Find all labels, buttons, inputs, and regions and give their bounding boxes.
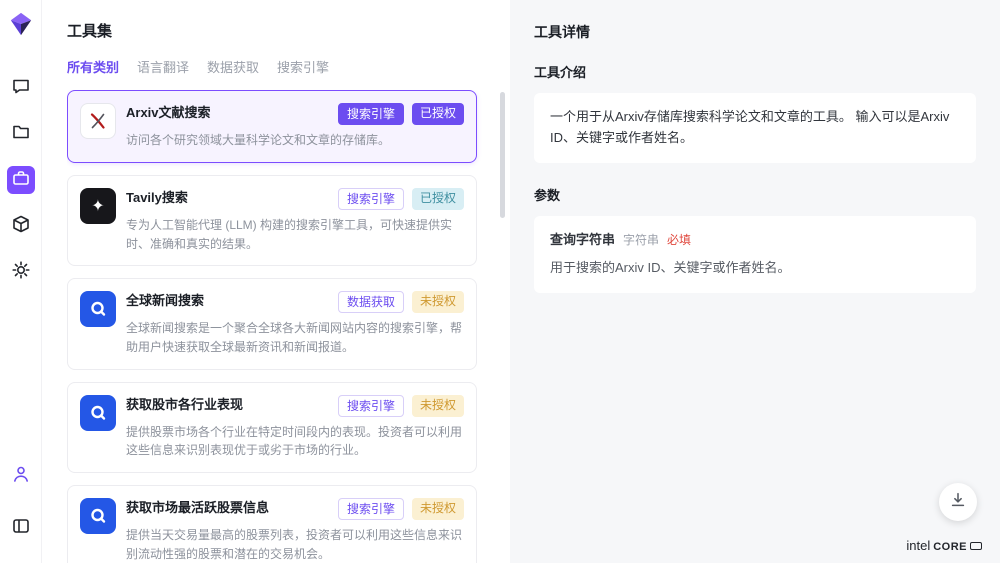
briefcase-icon <box>11 168 31 193</box>
tool-description: 访问各个研究领域大量科学论文和文章的存储库。 <box>126 131 464 150</box>
tool-name: 获取市场最活跃股票信息 <box>126 498 269 518</box>
tool-description: 专为人工智能代理 (LLM) 构建的搜索引擎工具，可快速提供实时、准确和真实的结… <box>126 216 464 253</box>
chat-icon-button[interactable] <box>7 74 35 102</box>
params-section-title: 参数 <box>534 185 976 204</box>
list-scrollbar[interactable] <box>500 92 505 218</box>
auth-status-badge: 未授权 <box>412 395 464 417</box>
tool-card-sector-performance[interactable]: 获取股市各行业表现 搜索引擎 未授权 提供股票市场各个行业在特定时间段内的表现。… <box>67 382 477 473</box>
detail-title: 工具详情 <box>534 22 976 42</box>
tool-card-global-news[interactable]: 全球新闻搜索 数据获取 未授权 全球新闻搜索是一个聚合全球各大新闻网站内容的搜索… <box>67 278 477 369</box>
package-icon-button[interactable] <box>7 212 35 240</box>
sidebar-bottom <box>7 453 35 551</box>
tab-all-categories[interactable]: 所有类别 <box>67 57 119 76</box>
parameter-card: 查询字符串 字符串 必填 用于搜索的Arxiv ID、关键字或作者姓名。 <box>534 216 976 294</box>
download-icon <box>949 491 967 514</box>
parameter-type: 字符串 <box>623 231 659 250</box>
parameter-description: 用于搜索的Arxiv ID、关键字或作者姓名。 <box>550 258 960 279</box>
tab-language-translation[interactable]: 语言翻译 <box>137 57 189 76</box>
panel-toggle-button[interactable] <box>7 514 35 542</box>
intro-section-title: 工具介绍 <box>534 62 976 81</box>
app-logo-icon <box>9 12 33 41</box>
tool-card-tavily[interactable]: ✦ Tavily搜索 搜索引擎 已授权 专为人工智能代理 (LLM) 构建的搜索… <box>67 175 477 266</box>
chat-icon <box>11 76 31 101</box>
tool-list-panel: 工具集 所有类别 语言翻译 数据获取 搜索引擎 Arxiv文献搜索 <box>42 0 510 563</box>
user-icon <box>11 464 31 489</box>
tool-detail-panel: 工具详情 工具介绍 一个用于从Arxiv存储库搜索科学论文和文章的工具。 输入可… <box>510 0 1000 563</box>
tool-intro-card: 一个用于从Arxiv存储库搜索科学论文和文章的工具。 输入可以是Arxiv ID… <box>534 93 976 163</box>
auth-status-badge: 已授权 <box>412 188 464 210</box>
tool-description: 提供当天交易量最高的股票列表，投资者可以利用这些信息来识别流动性强的股票和潜在的… <box>126 526 464 563</box>
arxiv-logo-icon <box>80 103 116 139</box>
tool-name: 获取股市各行业表现 <box>126 395 243 415</box>
category-badge: 搜索引擎 <box>338 395 404 417</box>
panel-toggle-icon <box>11 516 31 541</box>
category-tabs: 所有类别 语言翻译 数据获取 搜索引擎 <box>67 57 510 76</box>
tab-search-engine[interactable]: 搜索引擎 <box>277 57 329 76</box>
auth-status-badge: 已授权 <box>412 103 464 125</box>
sidebar <box>0 0 42 563</box>
tool-intro-text: 一个用于从Arxiv存储库搜索科学论文和文章的工具。 输入可以是Arxiv ID… <box>550 109 949 145</box>
parameter-name: 查询字符串 <box>550 230 615 251</box>
tab-data-fetch[interactable]: 数据获取 <box>207 57 259 76</box>
auth-status-badge: 未授权 <box>412 291 464 313</box>
tavily-logo-icon: ✦ <box>80 188 116 224</box>
gear-icon <box>11 260 31 285</box>
tool-name: 全球新闻搜索 <box>126 291 204 311</box>
folder-icon <box>11 122 31 147</box>
tools-icon-button[interactable] <box>7 166 35 194</box>
tool-name: Arxiv文献搜索 <box>126 103 211 123</box>
auth-status-badge: 未授权 <box>412 498 464 520</box>
category-badge: 搜索引擎 <box>338 188 404 210</box>
core-wordmark: CORE <box>933 541 967 553</box>
tool-card-arxiv[interactable]: Arxiv文献搜索 搜索引擎 已授权 访问各个研究领域大量科学论文和文章的存储库… <box>67 90 477 163</box>
tool-description: 全球新闻搜索是一个聚合全球各大新闻网站内容的搜索引擎，帮助用户快速获取全球最新资… <box>126 319 464 356</box>
stock-app-logo-icon <box>80 498 116 534</box>
settings-icon-button[interactable] <box>7 258 35 286</box>
intel-core-logo: intel CORE <box>906 538 982 553</box>
tool-list: Arxiv文献搜索 搜索引擎 已授权 访问各个研究领域大量科学论文和文章的存储库… <box>67 90 510 563</box>
user-icon-button[interactable] <box>7 462 35 490</box>
parameter-required-flag: 必填 <box>667 231 691 250</box>
intel-badge-box <box>970 542 982 550</box>
app-window: 工具集 所有类别 语言翻译 数据获取 搜索引擎 Arxiv文献搜索 <box>0 0 1000 563</box>
page-title: 工具集 <box>67 20 510 41</box>
news-app-logo-icon <box>80 291 116 327</box>
tool-card-active-stocks[interactable]: 获取市场最活跃股票信息 搜索引擎 未授权 提供当天交易量最高的股票列表，投资者可… <box>67 485 477 563</box>
folder-icon-button[interactable] <box>7 120 35 148</box>
tool-description: 提供股票市场各个行业在特定时间段内的表现。投资者可以利用这些信息来识别表现优于或… <box>126 423 464 460</box>
category-badge: 搜索引擎 <box>338 498 404 520</box>
stock-app-logo-icon <box>80 395 116 431</box>
download-button[interactable] <box>939 483 977 521</box>
package-icon <box>11 214 31 239</box>
intel-wordmark: intel <box>906 538 930 553</box>
category-badge: 搜索引擎 <box>338 103 404 125</box>
category-badge: 数据获取 <box>338 291 404 313</box>
tool-name: Tavily搜索 <box>126 188 188 208</box>
